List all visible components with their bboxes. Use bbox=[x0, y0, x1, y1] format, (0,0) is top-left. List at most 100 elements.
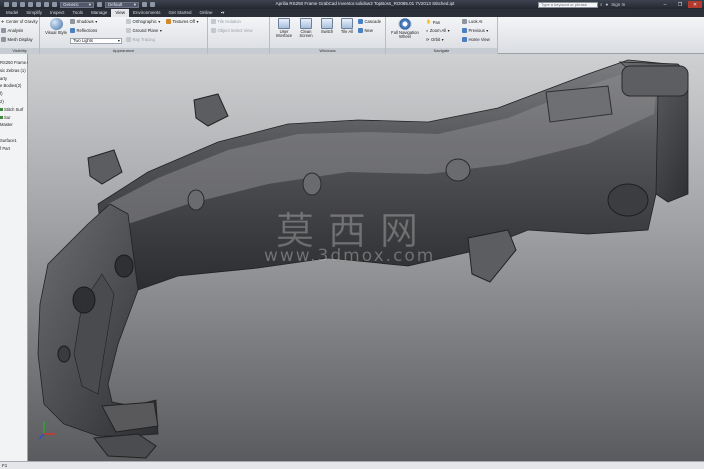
analysis-button[interactable]: Analysis bbox=[1, 28, 23, 33]
redo-icon[interactable] bbox=[44, 2, 49, 7]
switch-button[interactable]: Switch bbox=[317, 18, 337, 34]
appearance-icon[interactable] bbox=[97, 2, 102, 7]
cascade-icon bbox=[358, 19, 363, 24]
center-of-gravity-button[interactable]: ✛ Center of Gravity bbox=[1, 19, 38, 24]
browser-node[interactable]: e Bodies(2) bbox=[0, 83, 21, 88]
boss-1 bbox=[445, 158, 471, 182]
ray-tracing-button[interactable]: Ray Tracing bbox=[126, 37, 155, 42]
mesh-display-button[interactable]: Mesh Display bbox=[1, 37, 33, 42]
check-icon bbox=[0, 107, 3, 111]
graphics-viewport[interactable]: 莫西网 www.3dmox.com bbox=[28, 54, 704, 461]
new-window-label: New bbox=[364, 28, 373, 33]
tab-model[interactable]: Model bbox=[2, 9, 22, 17]
material-combo[interactable]: Generic ▾ bbox=[60, 1, 94, 8]
ray-tracing-icon bbox=[126, 37, 131, 42]
visual-style-button[interactable]: Visual Style bbox=[43, 18, 69, 35]
reflection-icon bbox=[70, 28, 75, 33]
tab-simplify[interactable]: Simplify bbox=[22, 9, 46, 17]
browser-node[interactable]: Sur bbox=[0, 115, 11, 120]
browser-node[interactable]: Surface1 bbox=[0, 138, 17, 143]
title-bar: Generic ▾ Default ▾ Aprilia RS250 Frame Gr… bbox=[0, 0, 704, 9]
tab-view[interactable]: View bbox=[111, 9, 130, 17]
browser-node[interactable]: RS250 Frame.Gl bbox=[0, 60, 31, 65]
tile-isolation-button[interactable]: Tile Isolation bbox=[211, 19, 241, 24]
browser-node[interactable]: 2) bbox=[0, 99, 4, 104]
pan-label: Pan bbox=[432, 19, 441, 25]
browser-node[interactable]: f) bbox=[0, 91, 3, 96]
tile-all-button[interactable]: Tile All bbox=[337, 18, 357, 34]
browser-node[interactable]: Master bbox=[0, 122, 13, 127]
ortho-icon bbox=[126, 19, 131, 24]
disabled-tools-panel: Tile Isolation Object Select View bbox=[208, 17, 270, 54]
lighting-combo[interactable]: Two Lights ▾ bbox=[70, 38, 122, 44]
new-window-icon bbox=[358, 28, 363, 33]
binoculars-icon[interactable]: ⌕ bbox=[600, 2, 603, 7]
browser-node[interactable]: Stitch Surf bbox=[0, 107, 23, 112]
appearance-combo[interactable]: Default ▾ bbox=[105, 1, 139, 8]
appearance-combo-value: Default bbox=[108, 1, 123, 7]
fx-icon[interactable] bbox=[150, 2, 155, 7]
pan-button[interactable]: ✋ Pan bbox=[426, 19, 440, 25]
object-select-view-label: Object Select View bbox=[217, 28, 253, 33]
clean-screen-label: Clean Screen bbox=[299, 29, 313, 39]
magnifier-icon: ⌕ bbox=[426, 28, 429, 33]
return-icon[interactable] bbox=[52, 2, 57, 7]
chevron-down-icon: ▾ bbox=[133, 1, 136, 7]
zoom-all-button[interactable]: ⌕ Zoom All ▾ bbox=[426, 28, 450, 33]
orthographic-button[interactable]: Orthographic ▾ bbox=[126, 19, 160, 24]
sign-in-link[interactable]: Sign In bbox=[611, 2, 625, 7]
new-window-button[interactable]: New bbox=[358, 28, 373, 33]
save-icon[interactable] bbox=[28, 2, 33, 7]
window-title: Aprilia RS250 Frame GrabCad Inventor.sol… bbox=[275, 1, 455, 6]
analysis-label: Analysis bbox=[7, 28, 24, 33]
browser-node[interactable]: arty bbox=[0, 76, 7, 81]
orbit-button[interactable]: ⟳ Orbit ▾ bbox=[426, 37, 444, 42]
restore-button[interactable]: ❐ bbox=[673, 1, 687, 8]
ground-plane-button[interactable]: Ground Plane ▾ bbox=[126, 28, 162, 33]
new-icon[interactable] bbox=[12, 2, 17, 7]
clear-icon[interactable] bbox=[142, 2, 147, 7]
help-search-input[interactable]: Type a keyword or phrase bbox=[538, 1, 598, 8]
browser-node[interactable]: sic Zebras (1) bbox=[0, 68, 26, 73]
tab-inspect[interactable]: Inspect bbox=[46, 9, 69, 17]
clean-screen-button[interactable]: Clean Screen bbox=[295, 18, 317, 39]
chevron-down-icon: ▾ bbox=[158, 19, 161, 24]
reflections-button[interactable]: Reflections bbox=[70, 28, 97, 33]
navigation-wheel-icon bbox=[398, 18, 412, 30]
tab-manage[interactable]: Manage bbox=[87, 9, 111, 17]
watermark-url: www.3dmox.com bbox=[264, 246, 436, 267]
user-icon[interactable]: ● bbox=[606, 2, 609, 7]
textures-off-button[interactable]: Textures Off ▾ bbox=[166, 19, 199, 24]
tab-get-started[interactable]: Get Started bbox=[165, 9, 196, 17]
minimize-button[interactable]: – bbox=[658, 1, 672, 8]
previous-view-button[interactable]: Previous ▾ bbox=[462, 28, 488, 33]
quick-access-toolbar: Generic ▾ Default ▾ bbox=[0, 0, 155, 9]
ground-plane-label: Ground Plane bbox=[132, 28, 159, 33]
tab-overflow-icon[interactable]: ▪▾ bbox=[217, 9, 229, 17]
tab-environments[interactable]: Environments bbox=[129, 9, 165, 17]
texture-icon bbox=[166, 19, 171, 24]
visibility-panel: ✛ Center of Gravity Analysis Mesh Display… bbox=[0, 17, 40, 54]
cascade-button[interactable]: Cascade bbox=[358, 19, 381, 24]
visual-style-icon bbox=[49, 18, 63, 30]
tab-tools[interactable]: Tools bbox=[69, 9, 88, 17]
tab-online[interactable]: Online bbox=[196, 9, 217, 17]
open-icon[interactable] bbox=[20, 2, 25, 7]
tile-all-label: Tile All bbox=[340, 29, 354, 34]
close-button[interactable]: ✕ bbox=[688, 1, 702, 8]
look-at-button[interactable]: Look At bbox=[462, 19, 482, 24]
rear-pocket bbox=[607, 183, 649, 217]
user-interface-button[interactable]: User Interface bbox=[273, 18, 295, 39]
full-navigation-wheel-button[interactable]: Full Navigation Wheel bbox=[388, 18, 422, 40]
bolt-hole-1 bbox=[114, 254, 134, 278]
check-icon bbox=[0, 115, 3, 119]
shadows-button[interactable]: Shadows ▾ bbox=[70, 19, 97, 24]
object-select-view-button[interactable]: Object Select View bbox=[211, 28, 253, 33]
app-menu-icon[interactable] bbox=[4, 2, 9, 7]
browser-node[interactable]: f Part bbox=[0, 146, 10, 151]
undo-icon[interactable] bbox=[36, 2, 41, 7]
select-view-icon bbox=[211, 28, 216, 33]
orbit-icon: ⟳ bbox=[426, 37, 430, 42]
frame-foot bbox=[93, 433, 157, 459]
home-view-button[interactable]: Home View bbox=[462, 37, 490, 42]
